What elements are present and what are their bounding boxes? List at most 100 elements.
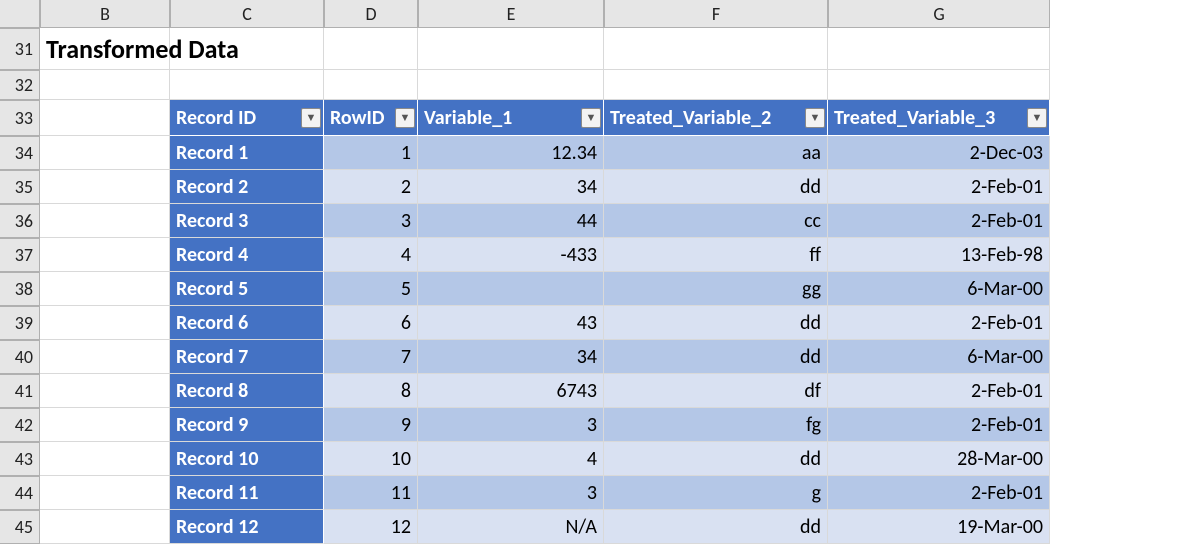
row-header-37[interactable]: 37	[0, 238, 40, 272]
row-header-41[interactable]: 41	[0, 374, 40, 408]
rowid-cell[interactable]: 5	[324, 272, 418, 306]
treated-variable-2-cell[interactable]: dd	[604, 510, 828, 544]
row-header-34[interactable]: 34	[0, 136, 40, 170]
cell[interactable]	[40, 408, 170, 442]
rowid-cell[interactable]: 11	[324, 476, 418, 510]
record-id-cell[interactable]: Record 9	[170, 408, 324, 442]
treated-variable-2-cell[interactable]: fg	[604, 408, 828, 442]
row-header-45[interactable]: 45	[0, 510, 40, 544]
treated-variable-2-cell[interactable]: df	[604, 374, 828, 408]
cell[interactable]	[40, 238, 170, 272]
filter-button[interactable]: ▼	[805, 108, 825, 128]
cell[interactable]	[40, 442, 170, 476]
treated-variable-2-cell[interactable]: gg	[604, 272, 828, 306]
treated-variable-2-cell[interactable]: dd	[604, 306, 828, 340]
table-header-rowid[interactable]: RowID ▼	[324, 100, 418, 136]
treated-variable-2-cell[interactable]: aa	[604, 136, 828, 170]
row-header-44[interactable]: 44	[0, 476, 40, 510]
table-header-treated-variable-3[interactable]: Treated_Variable_3 ▼	[828, 100, 1050, 136]
table-header-treated-variable-2[interactable]: Treated_Variable_2 ▼	[604, 100, 828, 136]
cell[interactable]	[828, 28, 1050, 70]
cell[interactable]	[828, 70, 1050, 100]
filter-button[interactable]: ▼	[395, 108, 415, 128]
row-header-39[interactable]: 39	[0, 306, 40, 340]
rowid-cell[interactable]: 12	[324, 510, 418, 544]
variable-1-cell[interactable]: 3	[418, 408, 604, 442]
cell[interactable]	[40, 510, 170, 544]
row-header-38[interactable]: 38	[0, 272, 40, 306]
record-id-cell[interactable]: Record 1	[170, 136, 324, 170]
row-header-43[interactable]: 43	[0, 442, 40, 476]
variable-1-cell[interactable]: 34	[418, 340, 604, 374]
treated-variable-2-cell[interactable]: g	[604, 476, 828, 510]
row-header-33[interactable]: 33	[0, 100, 40, 136]
record-id-cell[interactable]: Record 4	[170, 238, 324, 272]
record-id-cell[interactable]: Record 5	[170, 272, 324, 306]
record-id-cell[interactable]: Record 12	[170, 510, 324, 544]
cell[interactable]	[604, 28, 828, 70]
variable-1-cell[interactable]: 4	[418, 442, 604, 476]
table-header-record-id[interactable]: Record ID ▼	[170, 100, 324, 136]
table-header-variable-1[interactable]: Variable_1 ▼	[418, 100, 604, 136]
rowid-cell[interactable]: 8	[324, 374, 418, 408]
cell[interactable]	[40, 170, 170, 204]
record-id-cell[interactable]: Record 2	[170, 170, 324, 204]
treated-variable-3-cell[interactable]: 2-Feb-01	[828, 204, 1050, 238]
rowid-cell[interactable]: 10	[324, 442, 418, 476]
rowid-cell[interactable]: 7	[324, 340, 418, 374]
row-header-32[interactable]: 32	[0, 70, 40, 100]
variable-1-cell[interactable]: 12.34	[418, 136, 604, 170]
treated-variable-3-cell[interactable]: 2-Dec-03	[828, 136, 1050, 170]
treated-variable-3-cell[interactable]: 2-Feb-01	[828, 306, 1050, 340]
row-header-35[interactable]: 35	[0, 170, 40, 204]
treated-variable-2-cell[interactable]: dd	[604, 442, 828, 476]
cell[interactable]	[418, 28, 604, 70]
cell[interactable]	[40, 70, 170, 100]
cell[interactable]	[40, 374, 170, 408]
rowid-cell[interactable]: 4	[324, 238, 418, 272]
treated-variable-3-cell[interactable]: 2-Feb-01	[828, 170, 1050, 204]
variable-1-cell[interactable]: N/A	[418, 510, 604, 544]
rowid-cell[interactable]: 9	[324, 408, 418, 442]
filter-button[interactable]: ▼	[581, 108, 601, 128]
cell[interactable]	[40, 204, 170, 238]
col-header-F[interactable]: F	[604, 0, 828, 28]
record-id-cell[interactable]: Record 3	[170, 204, 324, 238]
record-id-cell[interactable]: Record 10	[170, 442, 324, 476]
variable-1-cell[interactable]: 34	[418, 170, 604, 204]
row-header-31[interactable]: 31	[0, 28, 40, 70]
row-header-42[interactable]: 42	[0, 408, 40, 442]
cell[interactable]	[40, 306, 170, 340]
rowid-cell[interactable]: 6	[324, 306, 418, 340]
record-id-cell[interactable]: Record 8	[170, 374, 324, 408]
treated-variable-2-cell[interactable]: dd	[604, 340, 828, 374]
rowid-cell[interactable]: 1	[324, 136, 418, 170]
treated-variable-2-cell[interactable]: dd	[604, 170, 828, 204]
cell[interactable]	[40, 340, 170, 374]
cell[interactable]	[418, 70, 604, 100]
variable-1-cell[interactable]: 6743	[418, 374, 604, 408]
col-header-C[interactable]: C	[170, 0, 324, 28]
row-header-40[interactable]: 40	[0, 340, 40, 374]
treated-variable-3-cell[interactable]: 2-Feb-01	[828, 408, 1050, 442]
treated-variable-3-cell[interactable]: 6-Mar-00	[828, 340, 1050, 374]
treated-variable-3-cell[interactable]: 2-Feb-01	[828, 374, 1050, 408]
variable-1-cell[interactable]: -433	[418, 238, 604, 272]
col-header-E[interactable]: E	[418, 0, 604, 28]
rowid-cell[interactable]: 2	[324, 170, 418, 204]
cell[interactable]	[324, 28, 418, 70]
cell[interactable]	[170, 70, 324, 100]
record-id-cell[interactable]: Record 7	[170, 340, 324, 374]
variable-1-cell[interactable]: 43	[418, 306, 604, 340]
record-id-cell[interactable]: Record 6	[170, 306, 324, 340]
treated-variable-3-cell[interactable]: 13-Feb-98	[828, 238, 1050, 272]
col-header-G[interactable]: G	[828, 0, 1050, 28]
col-header-D[interactable]: D	[324, 0, 418, 28]
variable-1-cell[interactable]	[418, 272, 604, 306]
cell[interactable]	[604, 70, 828, 100]
page-title[interactable]: Transformed Data	[40, 28, 170, 70]
spreadsheet-grid[interactable]: B C D E F G 31 Transformed Data 32 33 Re…	[0, 0, 1200, 544]
col-header-B[interactable]: B	[40, 0, 170, 28]
treated-variable-3-cell[interactable]: 28-Mar-00	[828, 442, 1050, 476]
select-all-corner[interactable]	[0, 0, 40, 28]
